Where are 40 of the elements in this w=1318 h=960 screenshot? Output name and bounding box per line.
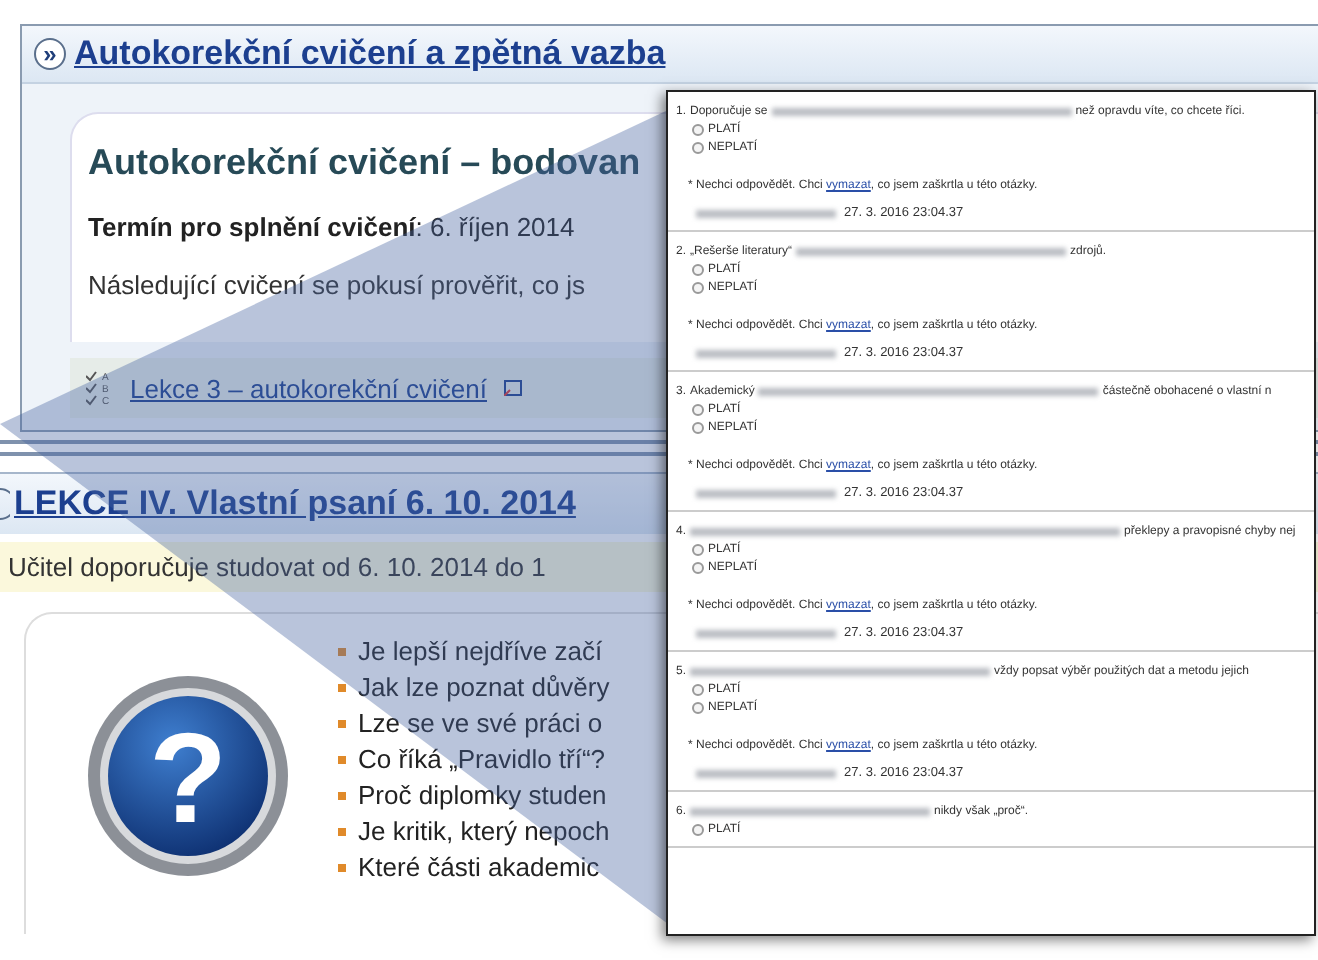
- bullet-icon: [338, 828, 346, 836]
- radio-button[interactable]: [692, 701, 704, 713]
- radio-button[interactable]: [692, 141, 704, 153]
- expand-icon[interactable]: [0, 488, 10, 520]
- blurred-text: [696, 489, 836, 497]
- lesson-title-link[interactable]: LEKCE IV. Vlastní psaní 6. 10. 2014: [14, 484, 576, 524]
- blurred-text: [696, 629, 836, 637]
- blurred-text: [696, 209, 836, 217]
- blurred-text: [696, 769, 836, 777]
- radio-button[interactable]: [692, 281, 704, 293]
- question-item: Co říká „Pravidlo tří“?: [358, 742, 606, 778]
- question-item: Jak lze poznat důvěry: [358, 670, 610, 706]
- exercise-title: Autokorekční cvičení – bodovan: [88, 142, 641, 184]
- bullet-icon: [338, 648, 346, 656]
- radio-button[interactable]: [692, 123, 704, 135]
- description-text: Následující cvičení se pokusí prověřit, co js: [88, 270, 586, 300]
- radio-button[interactable]: [692, 543, 704, 555]
- bullet-icon: [338, 792, 346, 800]
- radio-button[interactable]: [692, 561, 704, 573]
- section-title-link[interactable]: Autokorekční cvičení a zpětná vazba: [74, 34, 666, 74]
- question-item: Které části akademic: [358, 850, 600, 886]
- quiz-link[interactable]: Lekce 3 – autokorekční cvičení: [130, 373, 487, 403]
- radio-button[interactable]: [692, 263, 704, 275]
- blurred-text: [696, 349, 836, 357]
- new-window-icon: [503, 380, 521, 396]
- bullet-icon: [338, 720, 346, 728]
- radio-button[interactable]: [692, 421, 704, 433]
- question-item: Je kritik, který nepoch: [358, 814, 610, 850]
- bullet-icon: [338, 684, 346, 692]
- help-icon: ?: [86, 674, 290, 878]
- question-item: Lze se ve své práci o: [358, 706, 603, 742]
- radio-button[interactable]: [692, 823, 704, 835]
- deadline-text: Termín pro splnění cvičení: 6. říjen 2014: [88, 212, 575, 242]
- bullet-icon: [338, 864, 346, 872]
- radio-button[interactable]: [692, 403, 704, 415]
- bullet-icon: [338, 756, 346, 764]
- question-item: Proč diplomky studen: [358, 778, 607, 814]
- expand-icon[interactable]: »: [34, 38, 66, 70]
- question-item: Je lepší nejdříve začí: [358, 634, 603, 670]
- radio-button[interactable]: [692, 683, 704, 695]
